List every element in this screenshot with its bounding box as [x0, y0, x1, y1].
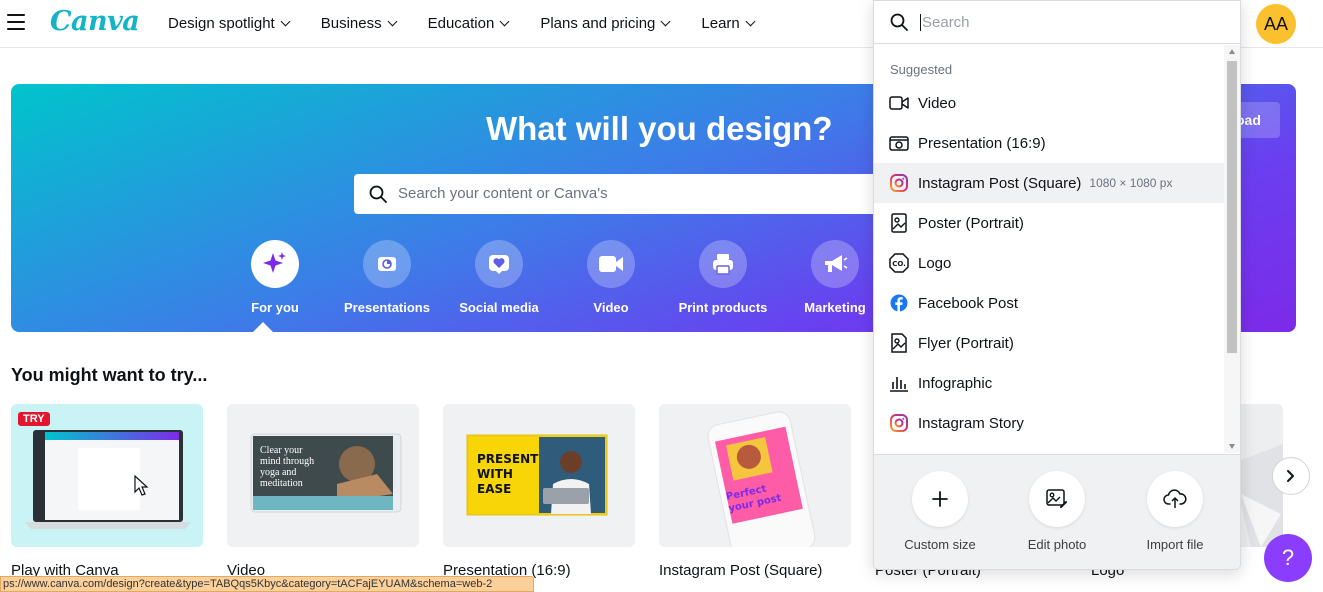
video-icon [889, 96, 909, 110]
search-icon [369, 185, 387, 203]
nav-business[interactable]: Business [321, 15, 398, 32]
category-for-you[interactable]: For you [219, 240, 331, 315]
category-video[interactable]: Video [555, 240, 667, 315]
help-button[interactable]: ? [1264, 534, 1312, 582]
instagram-icon [890, 414, 908, 432]
suggestion-infographic[interactable]: Infographic [874, 363, 1224, 403]
suggested-heading: Suggested [890, 62, 953, 77]
phone-thumbnail [707, 411, 816, 547]
chevron-down-icon [387, 16, 398, 27]
suggestion-instagram-post[interactable]: Instagram Post (Square) 1080 × 1080 px [874, 163, 1224, 203]
main-nav: Design spotlight Business Education Plan… [168, 15, 786, 32]
chevron-down-icon [745, 16, 756, 27]
menu-icon[interactable] [7, 14, 25, 32]
suggestion-flyer[interactable]: Flyer (Portrait) [874, 323, 1224, 363]
search-dropdown: Search Suggested Video Presentation (16:… [873, 0, 1241, 570]
dropdown-scrollbar[interactable] [1224, 45, 1240, 453]
presentation-icon [378, 257, 396, 271]
hero-search-placeholder: Search your content or Canva's [398, 185, 608, 202]
flyer-icon [891, 333, 907, 353]
card-instagram-post[interactable]: Perfect your post [659, 404, 851, 547]
chevron-down-icon [280, 16, 291, 27]
suggestion-video[interactable]: Video [874, 83, 1224, 123]
section-title: You might want to try... [11, 365, 208, 385]
image-edit-icon [1046, 489, 1067, 508]
carousel-next-button[interactable] [1272, 457, 1310, 495]
try-badge: TRY [18, 412, 50, 426]
facebook-icon [890, 294, 908, 312]
suggestion-presentation[interactable]: Presentation (16:9) [874, 123, 1224, 163]
suggestion-instagram-story[interactable]: Instagram Story [874, 403, 1224, 443]
avatar[interactable]: AA [1256, 4, 1296, 44]
chevron-down-icon [660, 16, 671, 27]
presentation-thumb-text: PRESENT WITH EASE [477, 452, 539, 496]
suggestion-poster[interactable]: Poster (Portrait) [874, 203, 1224, 243]
dimensions-hint: 1080 × 1080 px [1089, 176, 1173, 190]
megaphone-icon [825, 255, 848, 272]
search-icon [890, 13, 908, 31]
card-label[interactable]: Instagram Post (Square) [659, 562, 822, 579]
printer-icon [713, 254, 733, 275]
scrollbar-thumb[interactable] [1227, 61, 1237, 353]
logo-icon: CO. [889, 253, 909, 273]
import-file-button[interactable]: Import file [1125, 471, 1225, 552]
scroll-down-arrow-icon[interactable] [1229, 444, 1235, 449]
status-url: ps://www.canva.com/design?create&type=TA… [0, 576, 534, 592]
dropdown-search-input[interactable]: Search [874, 1, 1240, 44]
nav-learn[interactable]: Learn [701, 15, 756, 32]
nav-design-spotlight[interactable]: Design spotlight [168, 15, 291, 32]
category-social-media[interactable]: Social media [443, 240, 555, 315]
category-presentations[interactable]: Presentations [331, 240, 443, 315]
suggestion-logo[interactable]: CO. Logo [874, 243, 1224, 283]
card-video[interactable]: Clear your mind through yoga and meditat… [227, 404, 419, 547]
chevron-right-icon [1287, 470, 1294, 482]
nav-plans-pricing[interactable]: Plans and pricing [540, 15, 671, 32]
suggestion-facebook-post[interactable]: Facebook Post [874, 283, 1224, 323]
scroll-up-arrow-icon[interactable] [1229, 49, 1235, 54]
category-print-products[interactable]: Print products [667, 240, 779, 315]
presentation-icon [889, 136, 909, 151]
canva-logo[interactable]: Canva [50, 6, 140, 37]
edit-photo-button[interactable]: Edit photo [1007, 471, 1107, 552]
card-play-with-canva[interactable]: TRY [11, 404, 203, 547]
poster-icon [891, 213, 907, 233]
plus-icon [932, 491, 948, 507]
video-thumb-text: Clear your mind through yoga and meditat… [260, 445, 315, 489]
hero-search-input[interactable]: Search your content or Canva's [354, 174, 914, 214]
active-category-caret [253, 322, 273, 332]
video-icon [599, 256, 623, 272]
infographic-icon [890, 377, 908, 392]
cloud-upload-icon [1163, 489, 1187, 508]
card-presentation[interactable]: PRESENT WITH EASE [443, 404, 635, 547]
dropdown-actions: Custom size Edit photo Import file [874, 454, 1240, 569]
category-row: For you Presentations Social media Video… [219, 240, 891, 315]
heart-icon [489, 255, 509, 274]
custom-size-button[interactable]: Custom size [890, 471, 990, 552]
svg-text:CO.: CO. [892, 260, 906, 268]
instagram-icon [890, 174, 908, 192]
suggestion-list: Suggested Video Presentation (16:9) Inst… [874, 45, 1224, 453]
hero-title: What will you design? [486, 110, 833, 147]
sparkle-icon [263, 252, 286, 273]
chevron-down-icon [499, 16, 510, 27]
nav-education[interactable]: Education [428, 15, 510, 32]
dropdown-search-placeholder: Search [920, 14, 970, 31]
